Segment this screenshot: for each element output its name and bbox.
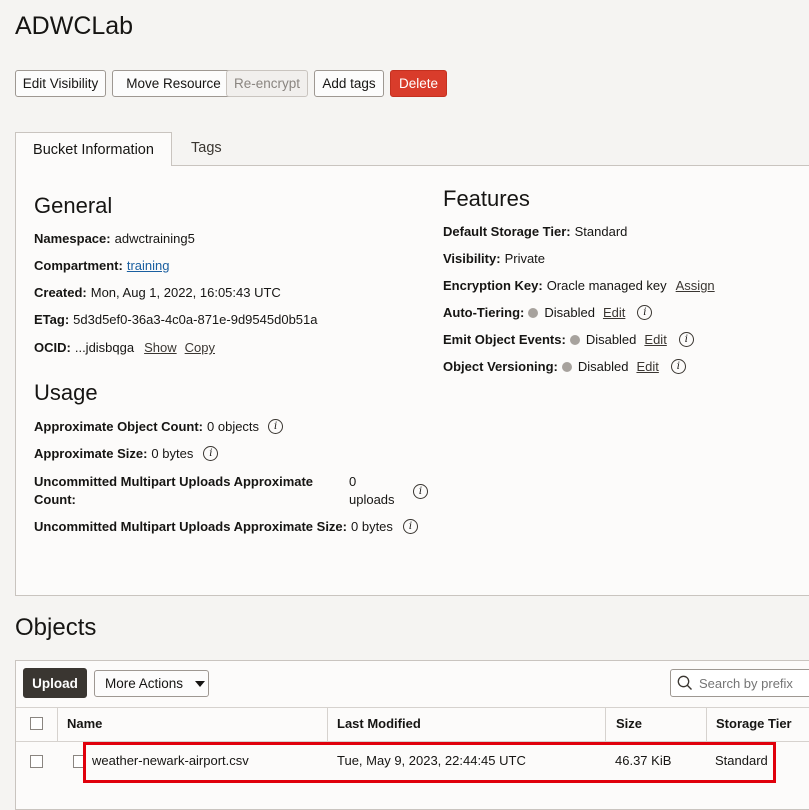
info-icon[interactable]: i	[637, 305, 653, 320]
auto-tiering-row: Auto-Tiering: Disabled Edit i	[443, 305, 653, 320]
multipart-count-label-line2: Count:	[34, 492, 76, 507]
info-icon[interactable]: i	[670, 359, 686, 374]
more-actions-label: More Actions	[105, 676, 184, 691]
info-icon[interactable]: i	[268, 419, 284, 434]
storage-tier-label: Default Storage Tier:	[443, 224, 571, 239]
features-heading: Features	[443, 186, 530, 211]
more-actions-button[interactable]: More Actions	[94, 670, 209, 697]
assign-link[interactable]: Assign	[676, 278, 715, 293]
multipart-size-value: 0 bytes	[351, 519, 393, 534]
info-icon[interactable]: i	[678, 332, 694, 347]
storage-tier-row: Default Storage Tier: Standard	[443, 224, 627, 239]
tab-bucket-information[interactable]: Bucket Information	[15, 132, 172, 166]
status-dot-icon	[528, 307, 539, 318]
namespace-value: adwctraining5	[114, 231, 195, 246]
status-dot-icon	[561, 361, 572, 372]
namespace-row: Namespace: adwctraining5	[34, 231, 195, 246]
objects-heading: Objects	[15, 614, 97, 641]
info-icon[interactable]: i	[413, 484, 428, 499]
storage-tier-value: Standard	[574, 224, 628, 239]
tab-tags[interactable]: Tags	[191, 140, 222, 156]
approx-size-row: Approximate Size: 0 bytes i	[34, 446, 219, 461]
multipart-count-value-line2: uploads	[349, 492, 395, 507]
search-box[interactable]	[670, 669, 809, 697]
ocid-row: OCID: ...jdisbqga Show Copy	[34, 340, 215, 355]
general-heading: General	[34, 193, 113, 218]
reencrypt-button[interactable]: Re-encrypt	[226, 70, 308, 97]
delete-button[interactable]: Delete	[390, 70, 447, 97]
emit-events-label: Emit Object Events:	[443, 332, 566, 347]
multipart-size-row: Uncommitted Multipart Uploads Approximat…	[34, 519, 418, 534]
highlight-annotation	[83, 742, 776, 783]
approx-size-value: 0 bytes	[151, 446, 194, 461]
emit-events-value: Disabled	[585, 332, 637, 347]
auto-tiering-edit-link[interactable]: Edit	[603, 305, 625, 320]
caret-down-icon	[195, 680, 206, 687]
object-count-row: Approximate Object Count: 0 objects i	[34, 419, 284, 434]
add-tags-button[interactable]: Add tags	[314, 70, 384, 97]
versioning-edit-link[interactable]: Edit	[636, 359, 658, 374]
move-resource-button[interactable]: Move Resource	[112, 70, 235, 97]
created-value: Mon, Aug 1, 2022, 16:05:43 UTC	[90, 285, 281, 300]
namespace-label: Namespace:	[34, 231, 111, 246]
info-icon[interactable]: i	[402, 519, 418, 534]
etag-label: ETag:	[34, 312, 70, 327]
info-icon[interactable]: i	[203, 446, 219, 461]
select-all-checkbox[interactable]	[30, 717, 43, 730]
usage-heading: Usage	[34, 380, 98, 405]
ocid-value: ...jdisbqga	[74, 340, 135, 355]
ocid-label: OCID:	[34, 340, 71, 355]
auto-tiering-value: Disabled	[544, 305, 595, 320]
emit-events-row: Emit Object Events: Disabled Edit i	[443, 332, 694, 347]
page-title: ADWCLab	[15, 12, 134, 40]
ocid-copy-link[interactable]: Copy	[185, 340, 215, 355]
multipart-count-value-line1: 0	[349, 474, 357, 489]
encryption-value: Oracle managed key	[546, 278, 667, 293]
emit-events-edit-link[interactable]: Edit	[644, 332, 666, 347]
ocid-show-link[interactable]: Show	[144, 340, 177, 355]
column-header-name[interactable]: Name	[67, 716, 102, 731]
encryption-label: Encryption Key:	[443, 278, 543, 293]
row-select-checkbox[interactable]	[30, 755, 43, 768]
etag-value: 5d3d5ef0-36a3-4c0a-871e-9d9545d0b51a	[73, 312, 318, 327]
approx-size-label: Approximate Size:	[34, 446, 148, 461]
search-input[interactable]	[697, 674, 809, 692]
compartment-label: Compartment:	[34, 258, 123, 273]
column-header-last-modified[interactable]: Last Modified	[337, 716, 421, 731]
versioning-label: Object Versioning:	[443, 359, 558, 374]
compartment-link[interactable]: training	[127, 258, 170, 273]
visibility-value: Private	[504, 251, 546, 266]
etag-row: ETag: 5d3d5ef0-36a3-4c0a-871e-9d9545d0b5…	[34, 312, 317, 327]
visibility-row: Visibility: Private	[443, 251, 545, 266]
column-header-storage-tier[interactable]: Storage Tier	[716, 716, 792, 731]
created-label: Created:	[34, 285, 87, 300]
edit-visibility-button[interactable]: Edit Visibility	[15, 70, 106, 97]
object-count-label: Approximate Object Count:	[34, 419, 204, 434]
multipart-size-label: Uncommitted Multipart Uploads Approximat…	[34, 519, 347, 534]
upload-button[interactable]: Upload	[23, 668, 87, 698]
visibility-label: Visibility:	[443, 251, 501, 266]
search-icon	[677, 675, 692, 690]
auto-tiering-label: Auto-Tiering:	[443, 305, 525, 320]
multipart-count-label-line1: Uncommitted Multipart Uploads Approximat…	[34, 474, 314, 489]
versioning-row: Object Versioning: Disabled Edit i	[443, 359, 686, 374]
column-header-size[interactable]: Size	[616, 716, 642, 731]
versioning-value: Disabled	[577, 359, 629, 374]
created-row: Created: Mon, Aug 1, 2022, 16:05:43 UTC	[34, 285, 281, 300]
status-dot-icon	[569, 334, 580, 345]
compartment-row: Compartment: training	[34, 258, 169, 273]
encryption-row: Encryption Key: Oracle managed key Assig…	[443, 278, 715, 293]
object-count-value: 0 objects	[207, 419, 260, 434]
